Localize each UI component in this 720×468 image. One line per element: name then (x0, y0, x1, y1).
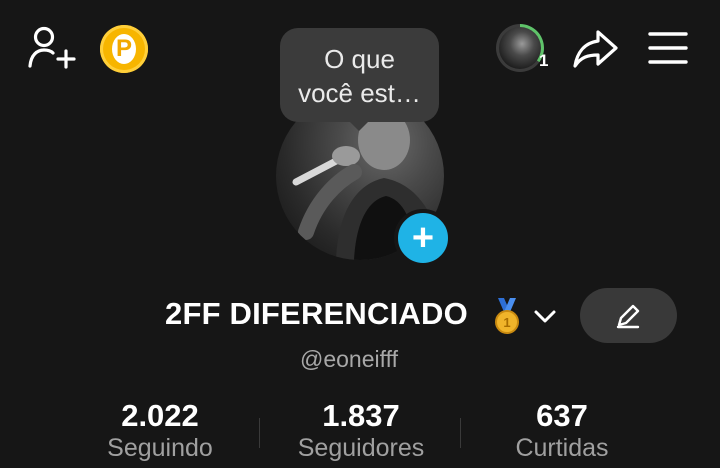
edit-profile-button[interactable] (580, 288, 677, 343)
username-handle: @eoneifff (300, 346, 398, 372)
avatar (499, 27, 541, 69)
bubble-tail (350, 122, 368, 131)
likes-label: Curtidas (515, 434, 609, 462)
display-name: 2FF DIFERENCIADO (165, 296, 468, 331)
coins-button[interactable]: P (100, 25, 148, 73)
friend-activity-avatar[interactable] (496, 24, 544, 72)
followers-count[interactable]: 1.837 (261, 398, 461, 434)
status-note-line2: você est… (298, 78, 421, 108)
add-user-icon[interactable] (26, 24, 78, 72)
status-note-text: O que você est… (280, 42, 439, 110)
hamburger-menu-icon[interactable] (646, 28, 690, 68)
coin-label: P (112, 34, 136, 64)
pencil-icon (616, 304, 640, 329)
stat-divider (259, 418, 260, 448)
likes-count[interactable]: 637 (462, 398, 662, 434)
friend-count-badge: 1 (539, 51, 549, 70)
following-count[interactable]: 2.022 (60, 398, 260, 434)
status-note-line1: O que (324, 44, 395, 74)
followers-label: Seguidores (297, 434, 425, 462)
following-label: Seguindo (107, 434, 213, 462)
add-story-button[interactable]: + (394, 209, 452, 267)
stat-divider (460, 418, 461, 448)
chevron-down-icon[interactable] (530, 303, 560, 329)
plus-icon: + (411, 217, 435, 259)
gold-medal-icon: 1 (491, 296, 523, 336)
svg-text:1: 1 (503, 315, 510, 330)
share-arrow-icon[interactable] (571, 26, 621, 72)
